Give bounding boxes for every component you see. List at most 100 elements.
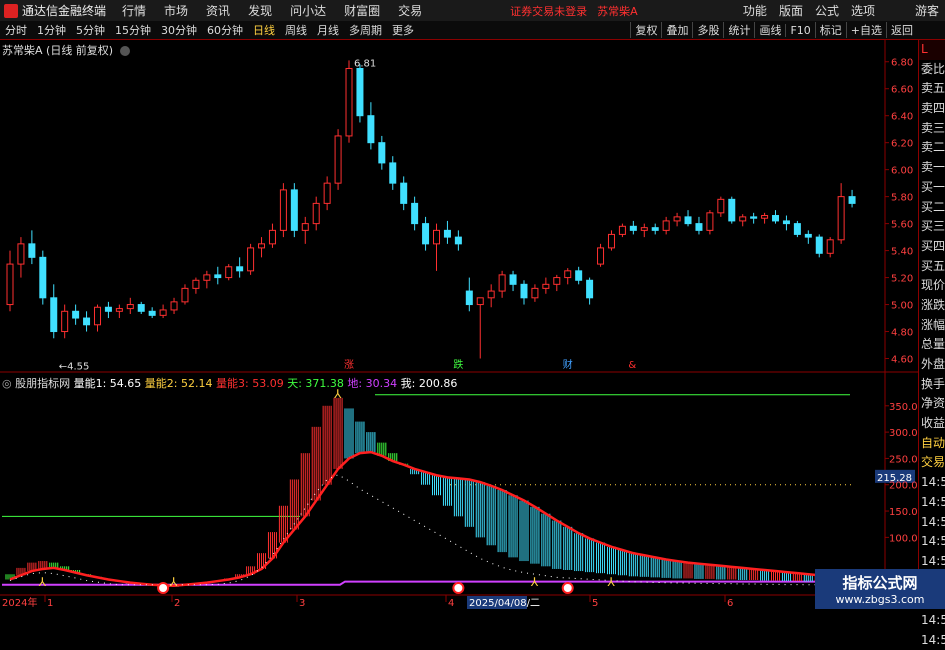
candle-body (312, 202, 320, 225)
white-dotted-line (9, 474, 853, 586)
quote-row-2[interactable]: 卖五 (919, 79, 945, 99)
chart-svg[interactable]: 6.81←4.55 涨跌财 & ⅄ ⅄⅄⅄ ⅄215.28 6.806.606.406.… (0, 0, 918, 609)
quote-row-10[interactable]: 买四 (919, 237, 945, 257)
quote-row-11[interactable]: 买五 (919, 257, 945, 277)
candle-body (104, 306, 112, 312)
candle-body (793, 223, 801, 235)
candle-body (148, 310, 156, 316)
candle-body (301, 223, 309, 231)
quote-row-18[interactable]: 净资 (919, 394, 945, 414)
quote-row-25[interactable]: 14:56 (919, 532, 945, 552)
candle-body (389, 162, 397, 184)
quote-row-6[interactable]: 卖一 (919, 158, 945, 178)
candle-body (640, 227, 648, 231)
signal-person-icon: ⅄ (38, 575, 47, 589)
candle-body (83, 317, 91, 326)
year-label: 2024年 (2, 596, 37, 609)
quote-row-9[interactable]: 买三 (919, 217, 945, 237)
month-label: 3 (299, 598, 305, 609)
event-marker: 跌 (453, 358, 463, 371)
quote-row-1[interactable]: 委比 (919, 60, 945, 80)
stock-title: 苏常柴A (日线 前复权) (2, 44, 114, 57)
event-marker: 财 (563, 358, 573, 371)
quote-row-15[interactable]: 总量 (919, 335, 945, 355)
quote-row-5[interactable]: 卖二 (919, 138, 945, 158)
ind-tick-label: 150.0 (889, 507, 918, 518)
quote-panel: L 委比 卖五 卖四 卖三 卖二 卖一 买一 买二 买三 买四 买五 现价 涨跌 涨幅 总量 外盘 换手 净资 收益自… (918, 40, 945, 647)
price-tick-label: 4.80 (891, 328, 913, 339)
main-chart-title: 苏常柴A (日线 前复权) (2, 42, 130, 58)
indicator-name[interactable]: 股朋指标网 (15, 377, 70, 390)
candle-body (443, 229, 451, 238)
high-label: 6.81 (354, 58, 376, 69)
quote-row-16[interactable]: 外盘 (919, 355, 945, 375)
quote-row-22[interactable]: 14:56 (919, 473, 945, 493)
candle-body (487, 290, 495, 299)
price-tick-label: 5.00 (891, 301, 913, 312)
quote-row-13[interactable]: 涨跌 (919, 296, 945, 316)
price-tick-label: 4.60 (891, 355, 913, 366)
candle-body (39, 256, 47, 299)
candle-body (367, 115, 375, 144)
quote-row-14[interactable]: 涨幅 (919, 316, 945, 336)
indicator-title: ◎ 股朋指标网 量能1: 54.65 量能2: 52.14 量能3: 53.09… (2, 375, 457, 391)
candle-body (170, 301, 178, 311)
candle-body (684, 216, 692, 225)
price-tick-label: 6.60 (891, 85, 913, 96)
candle-body (542, 283, 550, 289)
candle-body (476, 297, 484, 306)
candle-body (61, 310, 69, 333)
guest-label[interactable]: 游客 (915, 2, 939, 19)
candle-body (203, 274, 211, 281)
quote-row-30[interactable]: 14:56 (919, 631, 945, 650)
candle-body (50, 297, 58, 333)
candle-body (575, 270, 583, 281)
candle-body (247, 247, 255, 272)
candle-body (837, 196, 845, 241)
candle-body (629, 225, 637, 231)
candle-body (651, 227, 659, 231)
candle-body (695, 223, 703, 231)
signal-person-icon: ⅄ (169, 575, 178, 589)
indicator-value-1: 量能2: 52.14 (141, 377, 213, 390)
quote-row-7[interactable]: 买一 (919, 178, 945, 198)
candle-body (607, 233, 615, 249)
settings-circle-icon[interactable] (119, 46, 130, 56)
candle-body (236, 266, 244, 272)
event-marker: 涨 (344, 359, 354, 371)
quote-row-4[interactable]: 卖三 (919, 119, 945, 139)
quote-row-12[interactable]: 现价 (919, 276, 945, 296)
buy-signal-icon (561, 582, 574, 594)
quote-row-19[interactable]: 收益 (919, 414, 945, 434)
quote-row-8[interactable]: 买二 (919, 198, 945, 218)
event-marker: & (628, 360, 636, 371)
candle-body (72, 310, 80, 319)
candle-body (531, 287, 539, 299)
watermark: 指标公式网 www.zbgs3.com (815, 569, 945, 609)
price-tick-label: 6.20 (891, 139, 913, 150)
candle-body (717, 198, 725, 214)
candle-body (400, 182, 408, 204)
price-tick-label: 6.40 (891, 112, 913, 123)
quote-row-24[interactable]: 14:56 (919, 513, 945, 533)
candle-body (115, 308, 123, 312)
buy-signal-icon (157, 582, 170, 594)
candle-body (159, 309, 167, 316)
candle-body (597, 247, 605, 265)
candle-body (422, 223, 430, 245)
quote-row-29[interactable]: 14:56 (919, 611, 945, 631)
red-energy-line (9, 450, 853, 588)
candle-body (225, 266, 233, 279)
quote-row-17[interactable]: 换手 (919, 375, 945, 395)
candle-body (509, 274, 517, 285)
indicator-toggle-icon[interactable]: ◎ (2, 377, 12, 390)
indicator-value-3: 天: 371.38 (283, 377, 344, 390)
quote-row-20[interactable]: 自动 (919, 434, 945, 454)
candle-body (618, 225, 626, 235)
quote-row-0[interactable]: L (919, 40, 945, 60)
quote-row-21[interactable]: 交易 (919, 453, 945, 473)
quote-row-23[interactable]: 14:56 (919, 493, 945, 513)
quote-row-3[interactable]: 卖四 (919, 99, 945, 119)
candle-body (192, 279, 200, 289)
candle-body (268, 229, 276, 245)
